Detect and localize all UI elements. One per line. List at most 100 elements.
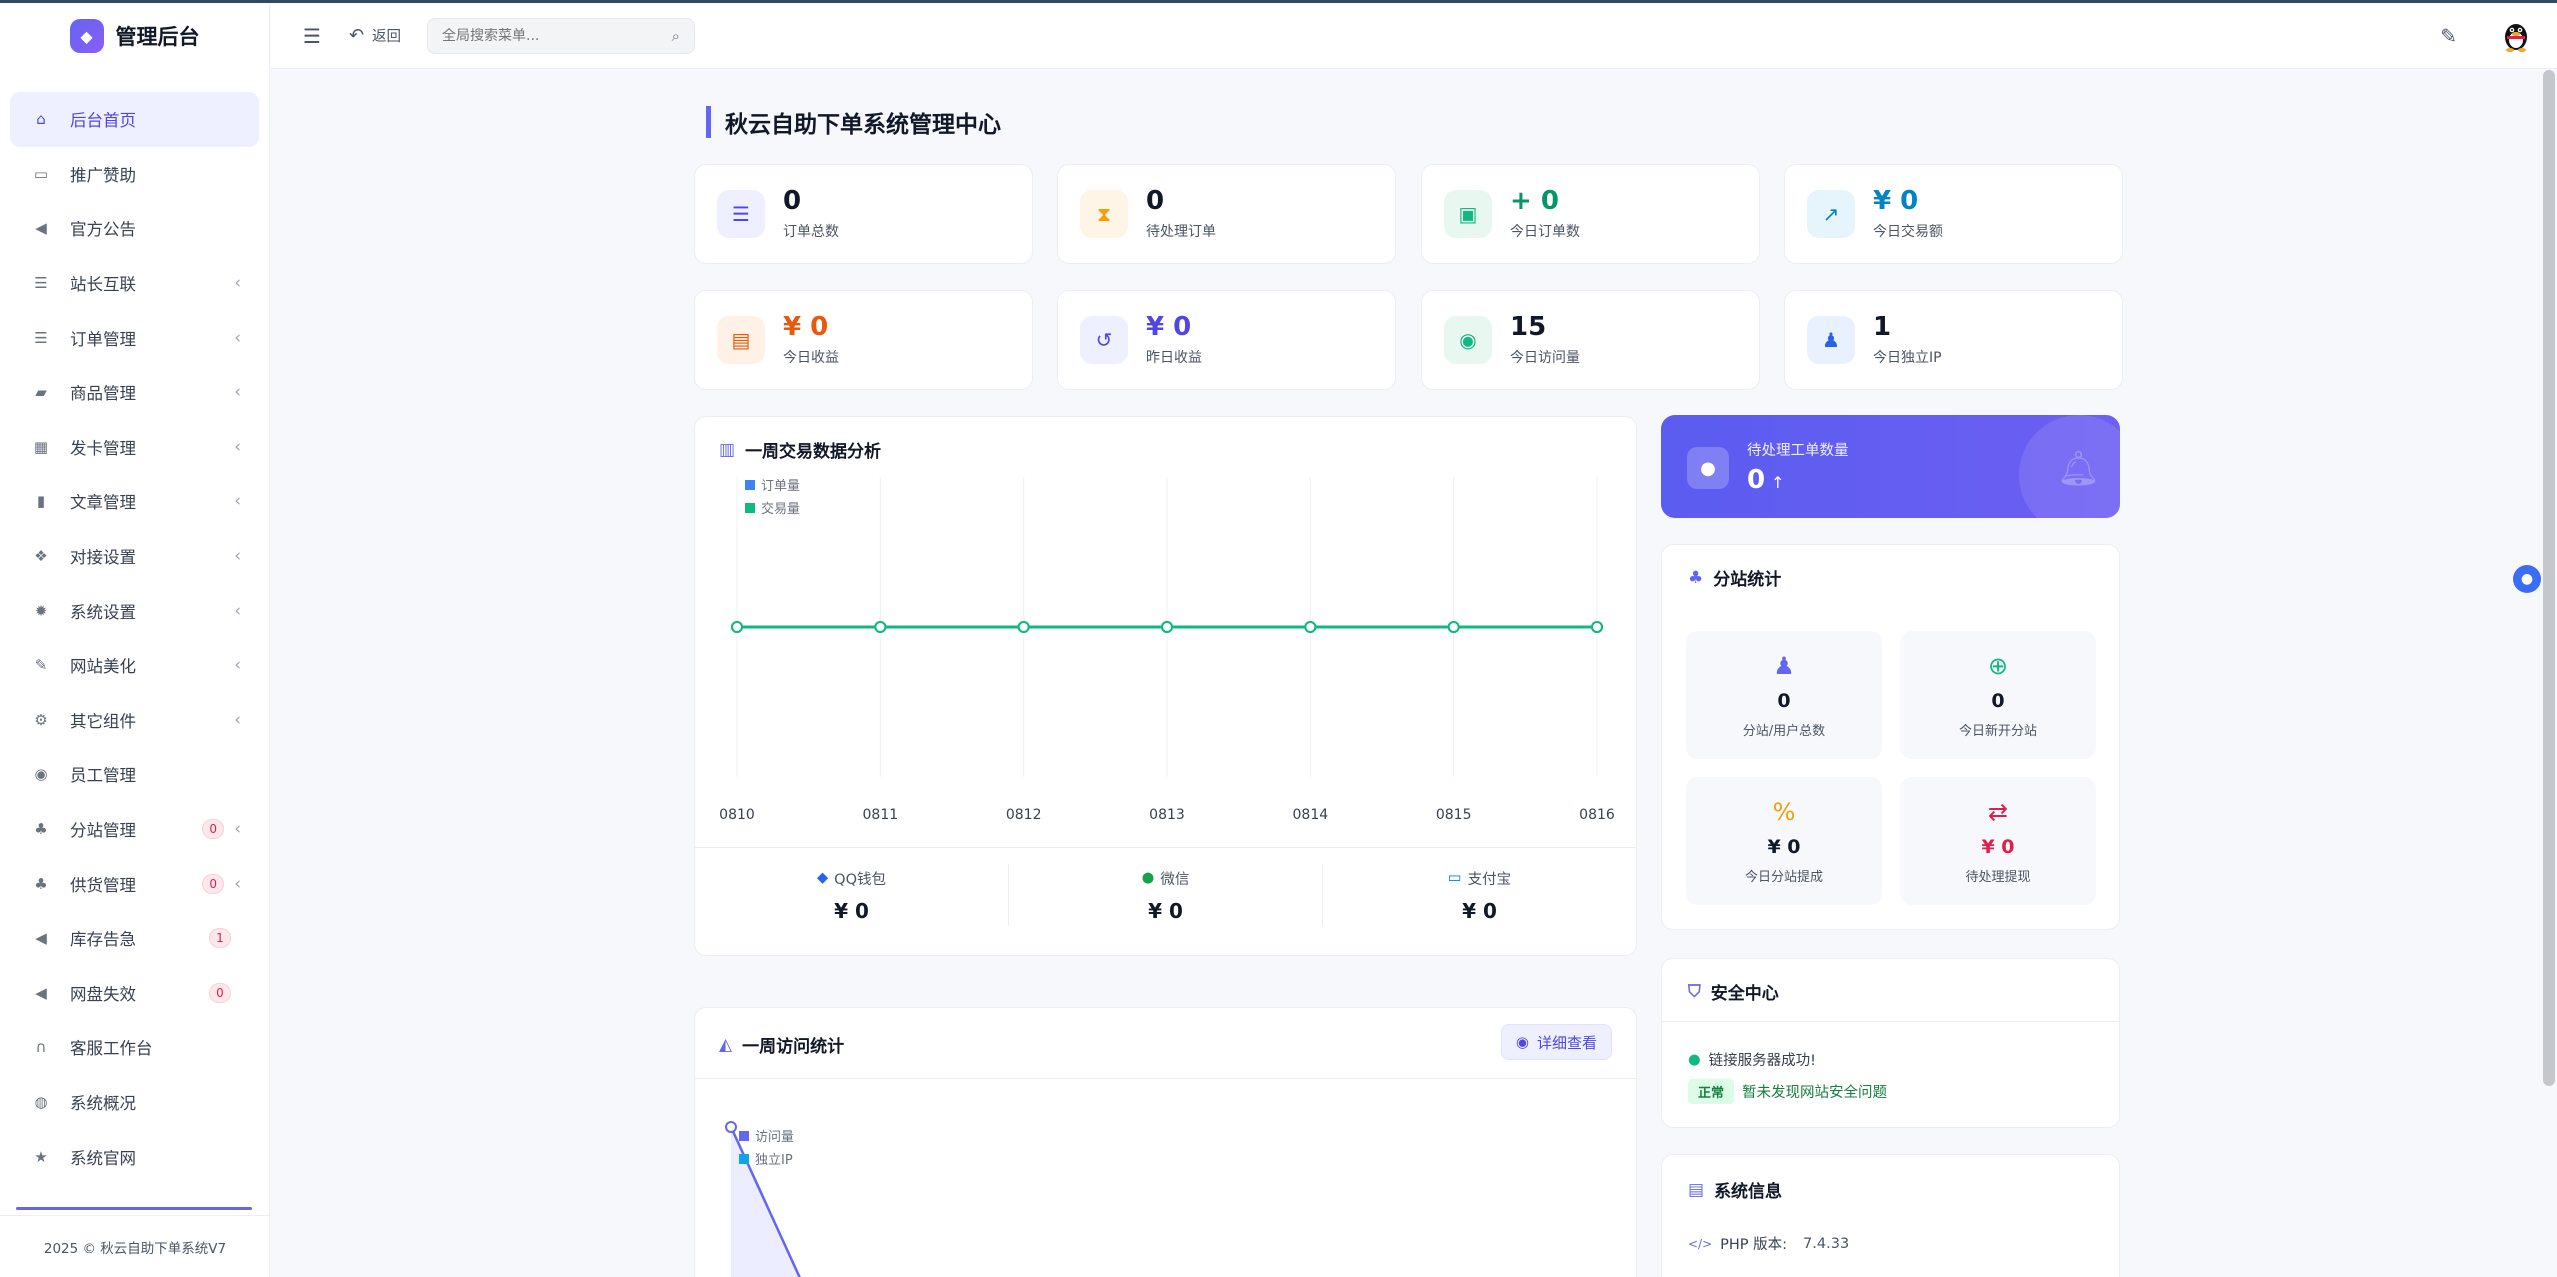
data-point[interactable] [725,1121,737,1133]
chevron-left-icon: ‹ [234,273,241,294]
stat-card: ☰ 0 订单总数 [694,164,1033,264]
substation-stats-card: ♣ 分站统计 ♟ 0 分站/用户总数 ⊕ 0 今日新开分站% ¥ 0 今日分站提成 ⇄ ¥ 0 待处… [1661,544,2120,930]
eye-icon: ◉ [1444,316,1492,364]
sidebar-item-5[interactable]: ▰ 商品管理 ‹ [10,365,259,420]
chevron-left-icon: ‹ [234,709,241,730]
sidebar-item-6[interactable]: ▦ 发卡管理 ‹ [10,420,259,475]
megaphone-icon: ◀ [35,983,47,1002]
stat-value: + 0 [1510,185,1559,216]
reply-arrow-icon: ↶ [348,25,365,46]
menu-toggle-icon[interactable]: ☰ [303,24,321,48]
sidebar-item-label: 网站美化 [70,657,136,677]
sidebar-item-2[interactable]: ◀ 官方公告 [10,201,259,256]
stat-value: 0 [783,185,802,216]
count-badge: 0 [202,819,225,840]
security-status-line: 正常 暂未发现网站安全问题 [1688,1079,1887,1104]
data-point[interactable] [874,621,887,633]
data-point[interactable] [1591,621,1603,633]
plus-circle-icon: ⊕ [1987,651,2009,680]
sidebar-item-3[interactable]: ☰ 站长互联 ‹ [10,256,259,311]
brand[interactable]: ◆ 管理后台 [0,3,269,69]
sitemap-icon: ♣ [34,820,48,839]
substation-value: ¥ 0 [1981,835,2015,858]
floating-chat-icon[interactable]: ● [2513,565,2541,593]
data-point[interactable] [1304,621,1317,633]
sidebar-item-1[interactable]: ▭ 推广赞助 [10,147,259,202]
payment-name-row: ● 微信 [1142,868,1190,889]
sidebar-item-10[interactable]: ✎ 网站美化 ‹ [10,638,259,693]
topbar: ☰ ↶ 返回 ⌕ ✎ [271,3,2557,69]
payment-column: ▭ 支付宝 ¥ 0 [1323,864,1636,926]
page-title: 秋云自助下单系统管理中心 [706,106,1001,138]
sidebar-item-11[interactable]: ⚙ 其它组件 ‹ [10,693,259,748]
sidebar-item-7[interactable]: ▮ 文章管理 ‹ [10,474,259,529]
gear-icon: ✹ [34,601,48,620]
sidebar-item-4[interactable]: ☰ 订单管理 ‹ [10,310,259,365]
detail-view-button[interactable]: ◉ 详细查看 [1500,1024,1612,1060]
stat-label: 订单总数 [783,224,839,241]
user-circle-icon: ◉ [34,765,48,784]
data-point[interactable] [731,621,743,633]
wrench-icon[interactable]: ✎ [2440,24,2457,48]
percent-icon: % [1772,797,1796,826]
bell-icon: 🔔︎ [2057,449,2101,489]
legend-label: 订单量 [761,479,800,494]
stat-card: ⧗ 0 待处理订单 [1057,164,1396,264]
data-point[interactable] [1447,621,1460,633]
sidebar-nav: ⌂ 后台首页 ▭ 推广赞助 ◀ 官方公告 ☰ 站长互联 ‹ ☰ 订单管理 ‹ ▰ 商品管理 ‹ ▦ 发卡管理 ‹ ▮… [0,92,269,1184]
sidebar-item-label: 其它组件 [70,711,136,731]
sidebar-item-18[interactable]: ◍ 系统概况 [10,1075,259,1130]
sidebar-item-8[interactable]: ❖ 对接设置 ‹ [10,529,259,584]
eye-icon: ◉ [1515,1033,1529,1051]
sidebar-item-19[interactable]: ★ 系统官网 [10,1129,259,1184]
sysinfo-header: ▤ 系统信息 [1688,1177,1783,1203]
sidebar-item-label: 库存告急 [70,930,136,950]
sidebar-item-14[interactable]: ♣ 供货管理 0 ‹ [10,856,259,911]
substation-value: ¥ 0 [1767,835,1801,858]
area-chart-icon: ◭ [719,1034,733,1055]
x-tick-label: 0810 [719,807,755,823]
legend-swatch [739,1131,749,1141]
data-point[interactable] [1161,621,1173,633]
count-badge: 1 [209,928,231,949]
search-input[interactable] [442,27,672,44]
page-scrollbar[interactable] [2543,70,2555,1086]
sidebar-item-label: 员工管理 [70,766,136,786]
payment-column: ◆ QQ钱包 ¥ 0 [695,864,1009,926]
substation-tile: % ¥ 0 今日分站提成 [1686,777,1882,905]
ticket-value-row: 0 ↑ [1747,465,1785,495]
qq-penguin-icon [2505,23,2527,52]
data-point[interactable] [1017,621,1030,633]
sidebar-item-label: 订单管理 [70,329,136,349]
weekly-trade-card: ▥ 一周交易数据分析 0810 0811 0812 0813 0814 0815 0816 订… [694,416,1637,956]
legend-label: 交易量 [761,501,800,517]
sidebar-item-15[interactable]: ◀ 库存告急 1 [10,911,259,966]
sidebar-item-16[interactable]: ◀ 网盘失效 0 [10,966,259,1021]
sidebar-item-13[interactable]: ♣ 分站管理 0 ‹ [10,802,259,857]
payment-name-row: ◆ QQ钱包 [817,868,886,889]
stat-label: 今日收益 [783,350,839,367]
stat-value: ¥ 0 [1873,185,1919,216]
legend-label: 独立IP [755,1153,793,1168]
back-label: 返回 [372,29,402,45]
stat-text: 0 待处理订单 [1146,187,1216,242]
stat-card: ♟ 1 今日独立IP [1784,290,2123,390]
home-icon: ⌂ [36,110,46,129]
search-icon[interactable]: ⌕ [672,27,680,45]
sidebar-item-17[interactable]: ∩ 客服工作台 [10,1020,259,1075]
weekly-visit-title: 一周访问统计 [742,1037,845,1057]
payment-summary: ◆ QQ钱包 ¥ 0 ● 微信 ¥ 0 ▭ 支付宝 ¥ 0 [695,847,1636,942]
sysinfo-title: 系统信息 [1714,1182,1783,1202]
sidebar-item-12[interactable]: ◉ 员工管理 [10,747,259,802]
legend-swatch [745,503,755,513]
back-button[interactable]: ↶ 返回 [349,25,401,46]
payment-amount: ¥ 0 [834,898,869,923]
sidebar-item-label: 文章管理 [70,493,136,513]
stat-card: ↗ ¥ 0 今日交易额 [1784,164,2123,264]
pending-ticket-card[interactable]: ● 待处理工单数量 0 ↑ 🔔︎ [1661,415,2120,518]
stat-text: ¥ 0 今日收益 [783,313,839,368]
image-icon: ▭ [33,164,49,183]
sidebar-item-9[interactable]: ✹ 系统设置 ‹ [10,583,259,638]
avatar[interactable] [2499,18,2533,53]
sidebar-item-0[interactable]: ⌂ 后台首页 [10,92,259,147]
